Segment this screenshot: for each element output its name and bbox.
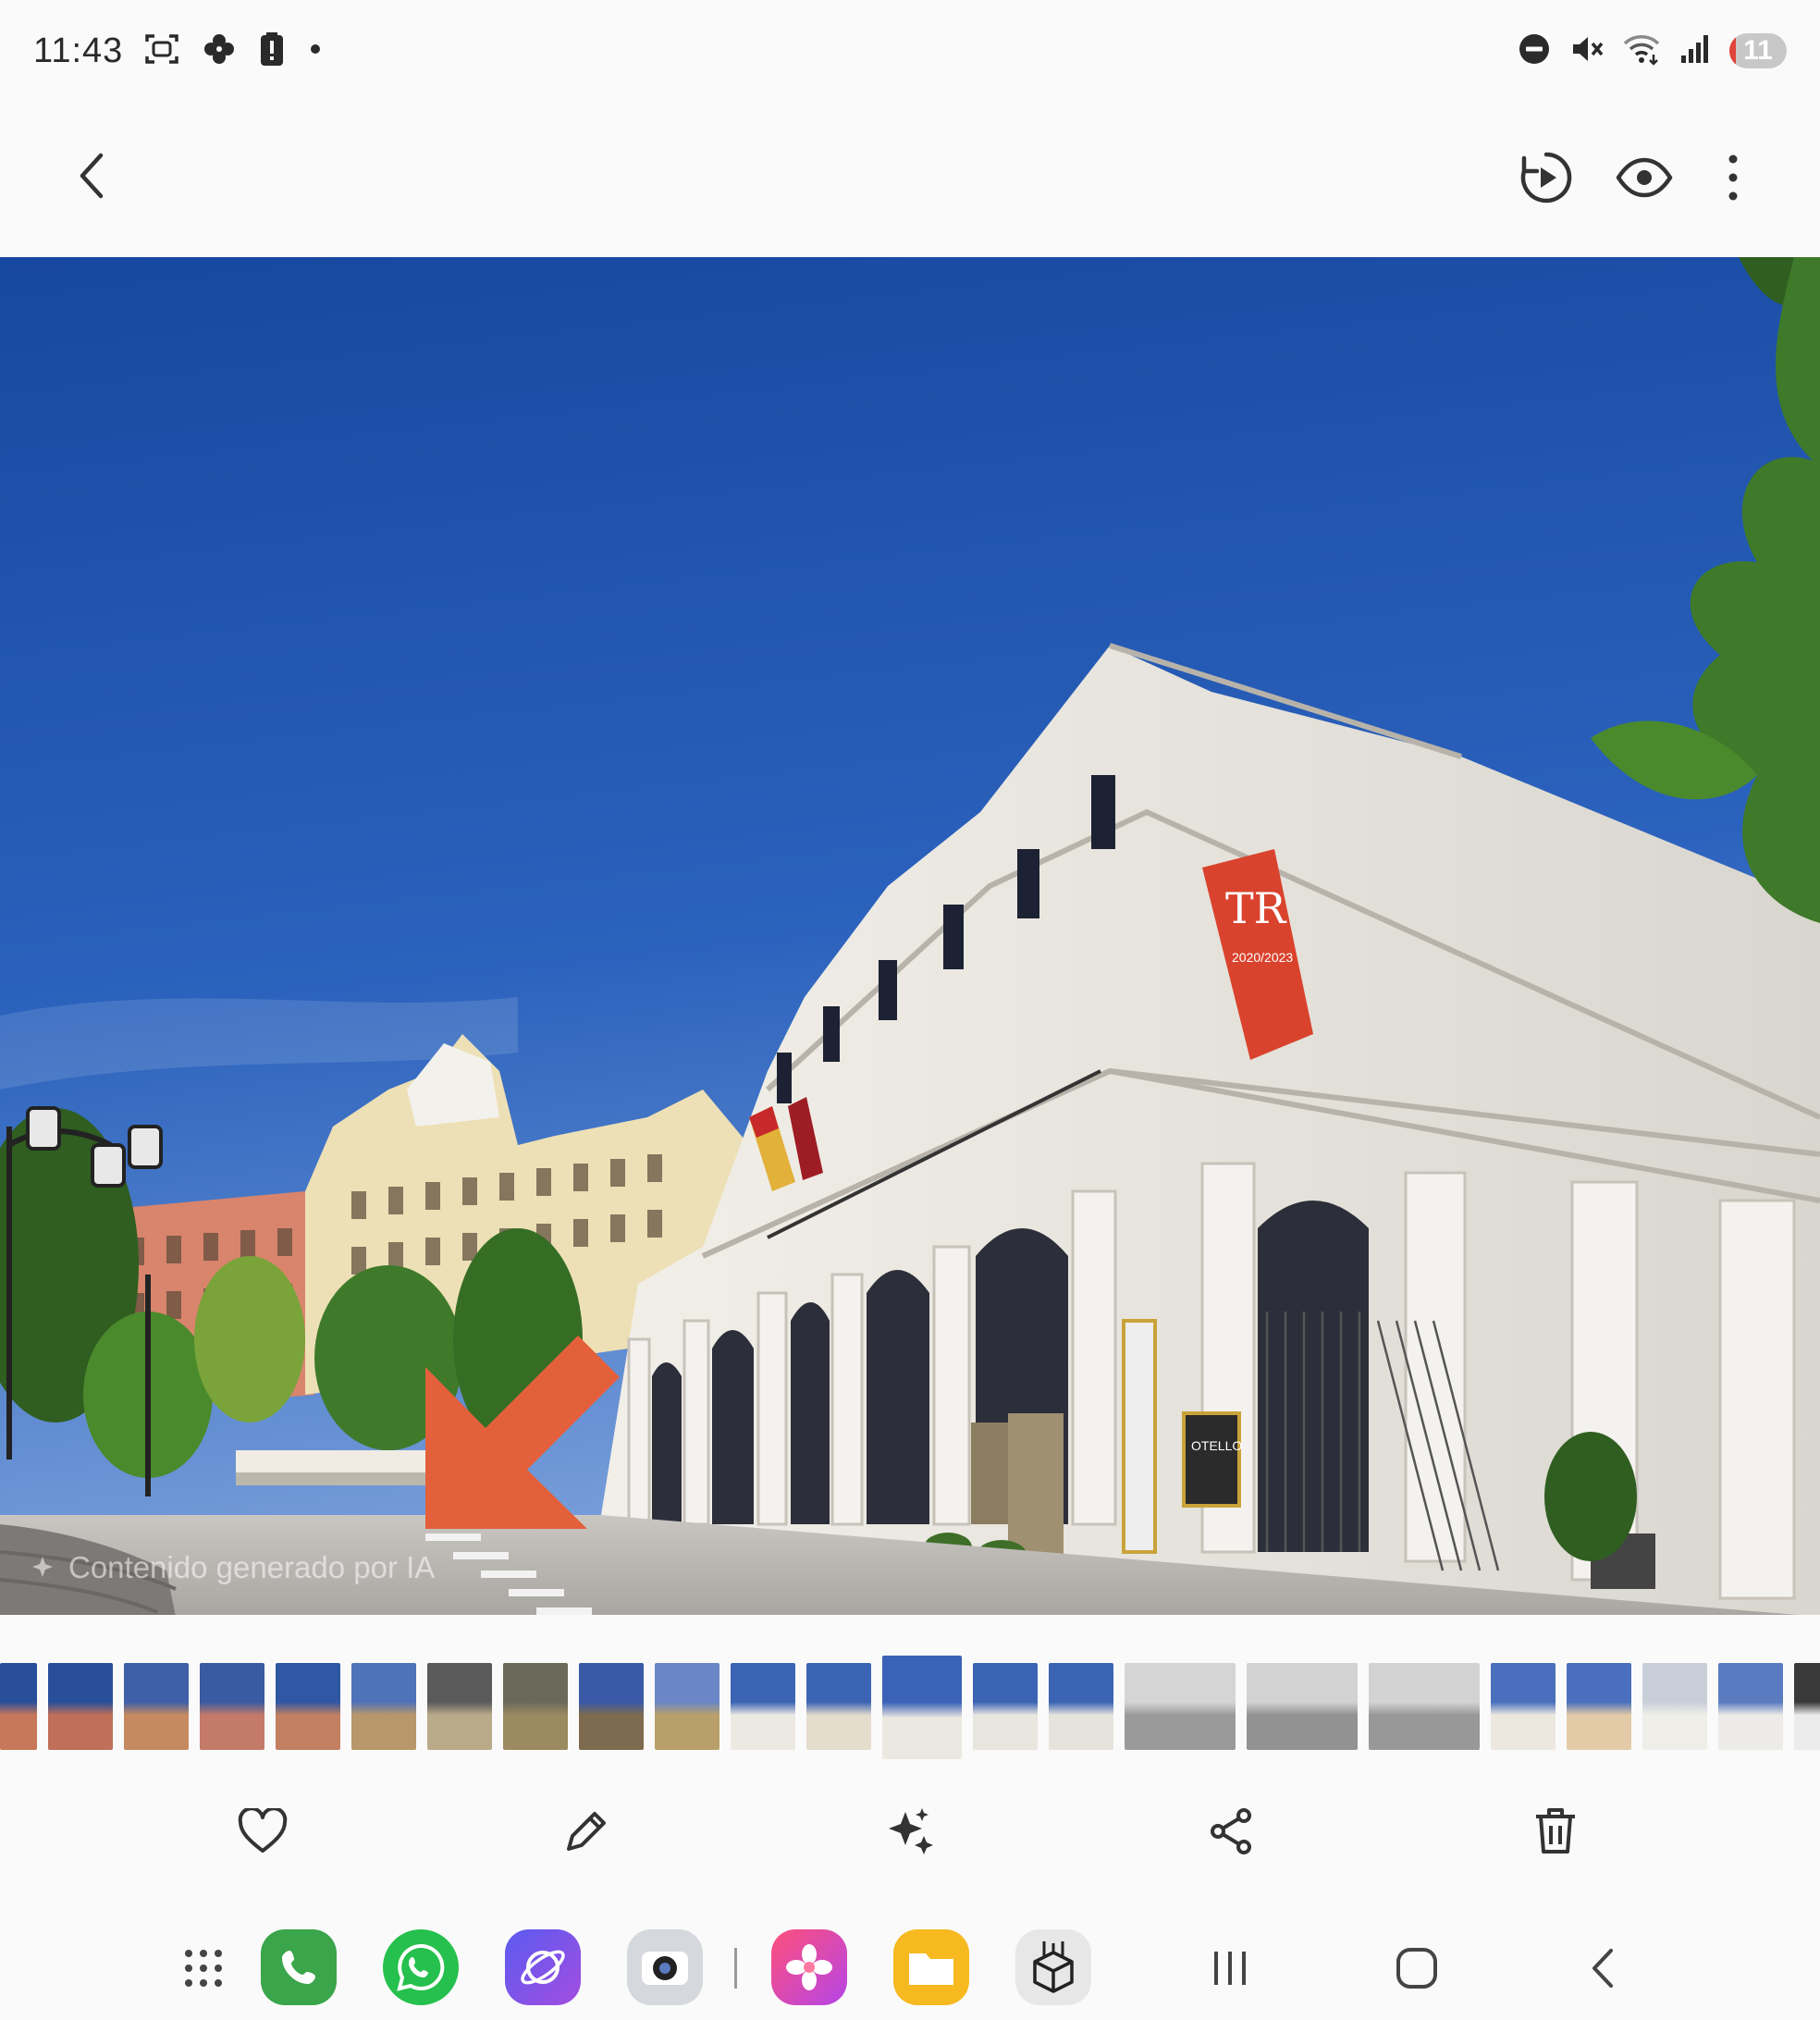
filmstrip-thumb[interactable] [973, 1663, 1038, 1750]
filmstrip-thumb[interactable] [1049, 1663, 1113, 1750]
phone-app-icon[interactable] [261, 1929, 337, 2005]
apps-grid-icon[interactable] [166, 1931, 240, 2005]
filmstrip-thumb[interactable] [1567, 1663, 1631, 1750]
share-icon[interactable] [1195, 1794, 1269, 1868]
banner-sub: 2020/2023 [1232, 950, 1293, 965]
banner-text: TR [1225, 883, 1287, 933]
gallery-app-icon[interactable] [771, 1929, 847, 2005]
screenshot-icon [143, 31, 180, 72]
photo-view[interactable]: TR 2020/2023 OTELLO [0, 257, 1820, 1615]
ai-generated-label: Contenido generado por IA [31, 1550, 435, 1585]
filmstrip-thumb[interactable] [503, 1663, 568, 1750]
filmstrip-thumb[interactable] [0, 1663, 37, 1750]
ai-label-text: Contenido generado por IA [68, 1550, 436, 1584]
filmstrip-thumb[interactable] [124, 1663, 189, 1750]
dock-divider [727, 1948, 745, 1989]
pinwheel-icon [201, 31, 238, 72]
ai-sparkle-icon[interactable] [873, 1794, 947, 1868]
filmstrip-thumb[interactable] [1369, 1663, 1480, 1750]
edit-icon[interactable] [549, 1794, 623, 1868]
ai-sparkle-small-icon [32, 1557, 53, 1577]
filmstrip-thumb[interactable] [1125, 1663, 1236, 1750]
signal-icon [1678, 31, 1713, 71]
back-nav-icon[interactable] [1567, 1931, 1641, 2005]
delete-icon[interactable] [1519, 1794, 1592, 1868]
battery-icon: 11 [1729, 33, 1787, 68]
filmstrip-thumb[interactable] [579, 1663, 644, 1750]
status-bar: 11:43 11 [0, 0, 1820, 102]
wifi-icon [1622, 31, 1661, 72]
files-app-icon[interactable] [893, 1929, 969, 2005]
filmstrip-thumb[interactable] [1718, 1663, 1783, 1750]
filmstrip-thumb[interactable] [806, 1663, 871, 1750]
favorite-icon[interactable] [226, 1794, 300, 1868]
filmstrip-thumb[interactable] [1642, 1663, 1707, 1750]
gallery-screen: 11:43 11 TR 2020/2023 OTELLO Contenido g… [0, 0, 1820, 2020]
camera-app-icon[interactable] [627, 1929, 703, 2005]
filmstrip-thumb[interactable] [48, 1663, 113, 1750]
status-left: 11:43 [33, 31, 325, 72]
notification-dot-icon [306, 40, 325, 63]
battery-level: 11 [1743, 35, 1773, 66]
taskbar [0, 1913, 1820, 2020]
poster-text: OTELLO [1191, 1438, 1242, 1453]
status-right: 11 [1517, 31, 1787, 72]
filmstrip-thumb[interactable] [1794, 1663, 1820, 1750]
back-icon[interactable] [55, 139, 129, 213]
home-nav-icon[interactable] [1380, 1931, 1454, 2005]
view-icon[interactable] [1605, 139, 1683, 216]
motion-photo-icon[interactable] [1507, 139, 1585, 216]
recents-nav-icon[interactable] [1193, 1931, 1267, 2005]
more-options-icon[interactable] [1694, 139, 1772, 216]
filmstrip-thumb[interactable] [276, 1663, 340, 1750]
status-time: 11:43 [33, 31, 124, 70]
filmstrip-thumb[interactable] [200, 1663, 264, 1750]
filmstrip-thumb[interactable] [1491, 1663, 1556, 1750]
filmstrip[interactable] [0, 1656, 1820, 1767]
battery-alert-icon [258, 31, 286, 72]
filmstrip-thumb[interactable] [351, 1663, 416, 1750]
mute-icon [1568, 31, 1605, 72]
viewer-top-bar [0, 102, 1820, 254]
filmstrip-thumb-active[interactable] [882, 1656, 962, 1759]
filmstrip-thumb[interactable] [731, 1663, 795, 1750]
viewer-actions [0, 1785, 1820, 1887]
whatsapp-app-icon[interactable] [383, 1929, 459, 2005]
filmstrip-thumb[interactable] [1247, 1663, 1358, 1750]
browser-app-icon[interactable] [505, 1929, 581, 2005]
filmstrip-thumb[interactable] [655, 1663, 719, 1750]
do-not-disturb-icon [1517, 31, 1552, 71]
package-app-icon[interactable] [1015, 1929, 1091, 2005]
filmstrip-thumb[interactable] [427, 1663, 492, 1750]
photo-image: TR 2020/2023 OTELLO [0, 257, 1820, 1615]
